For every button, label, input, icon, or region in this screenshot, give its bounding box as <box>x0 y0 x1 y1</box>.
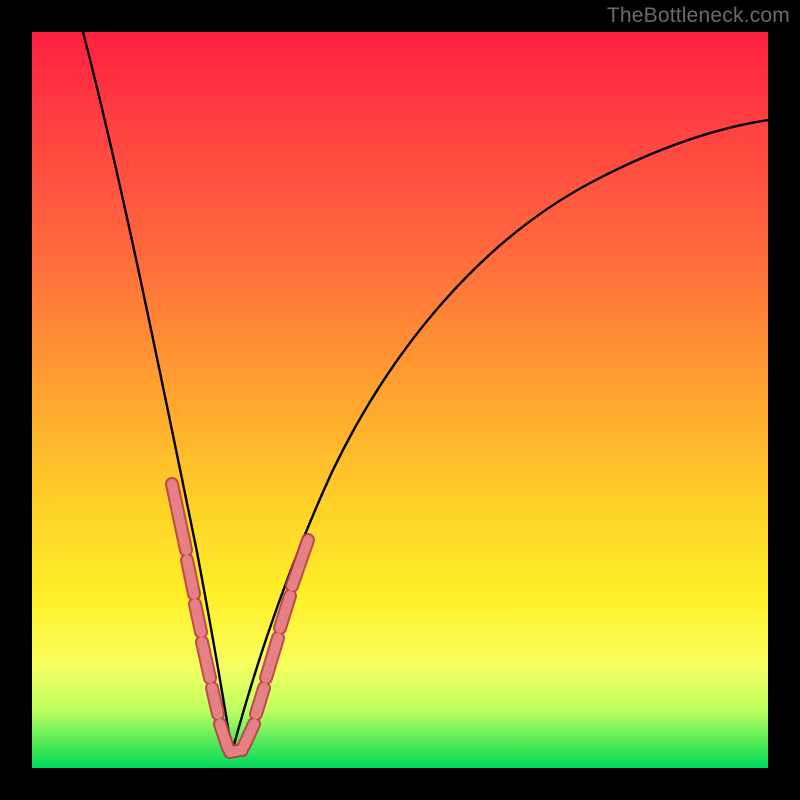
curve-right-arm <box>232 120 768 752</box>
curve-group <box>83 32 768 752</box>
outer-frame: TheBottleneck.com <box>0 0 800 800</box>
chart-svg <box>32 32 768 768</box>
plot-area <box>32 32 768 768</box>
watermark-text: TheBottleneck.com <box>607 4 790 28</box>
curve-left-arm <box>83 32 232 752</box>
